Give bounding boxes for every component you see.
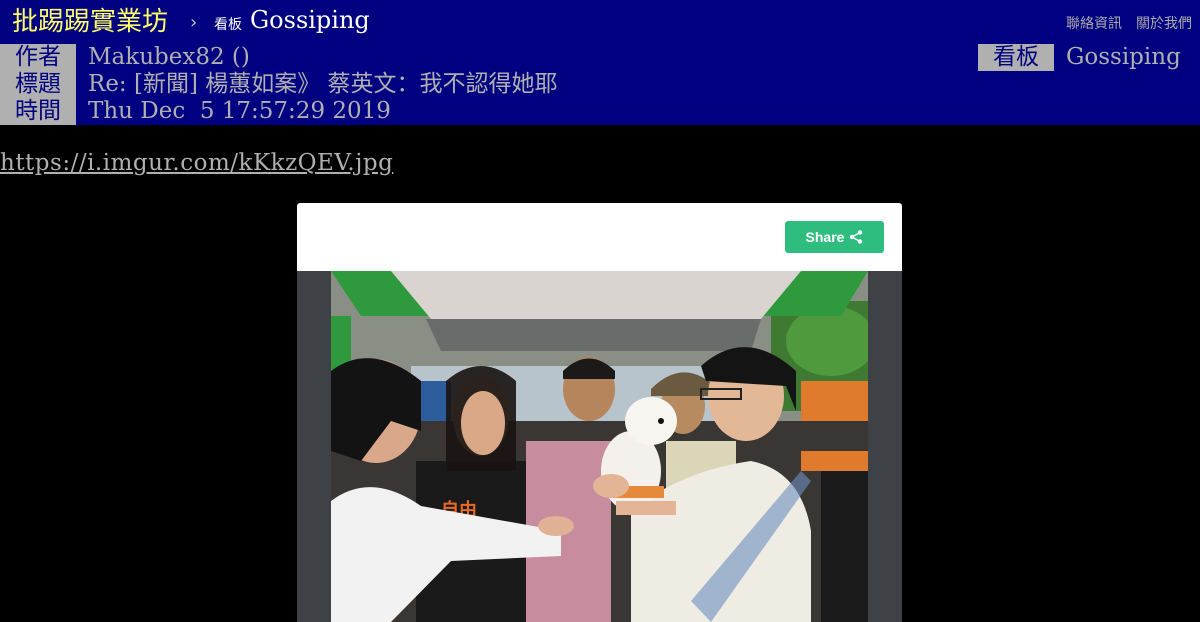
author-tag: 作者 [0,44,76,71]
embedded-photo[interactable]: 自由 [331,271,868,622]
image-link[interactable]: https://i.imgur.com/kKkzQEV.jpg [0,150,393,176]
share-icon [850,230,863,244]
photo-frame: 自由 [297,271,902,622]
contact-info-link[interactable]: 聯絡資訊 [1066,13,1122,33]
breadcrumb-board-label: 看板 [214,17,242,33]
share-label: Share [805,229,845,245]
time-tag: 時間 [0,98,76,125]
board-tag: 看板 [978,44,1054,71]
title-tag: 標題 [0,71,76,98]
breadcrumb-board-link[interactable]: Gossiping [250,6,370,34]
top-nav-bar: 批踢踢實業坊 › 看板 Gossiping 聯絡資訊 關於我們 [0,0,1200,44]
title-value: Re: [新聞] 楊蕙如案》 蔡英文：我不認得她耶 [88,71,558,97]
share-button[interactable]: Share [785,221,884,253]
time-value: Thu Dec 5 17:57:29 2019 [88,98,391,124]
author-value: Makubex82 () [88,44,250,70]
board-value: Gossiping [1066,44,1181,70]
image-embed: Share 自由 [297,203,902,622]
about-us-link[interactable]: 關於我們 [1136,13,1192,33]
article-metadata: 作者 Makubex82 () 標題 Re: [新聞] 楊蕙如案》 蔡英文：我不… [0,44,1200,125]
breadcrumb-separator: › [190,12,198,33]
site-name-link[interactable]: 批踢踢實業坊 [12,6,168,38]
